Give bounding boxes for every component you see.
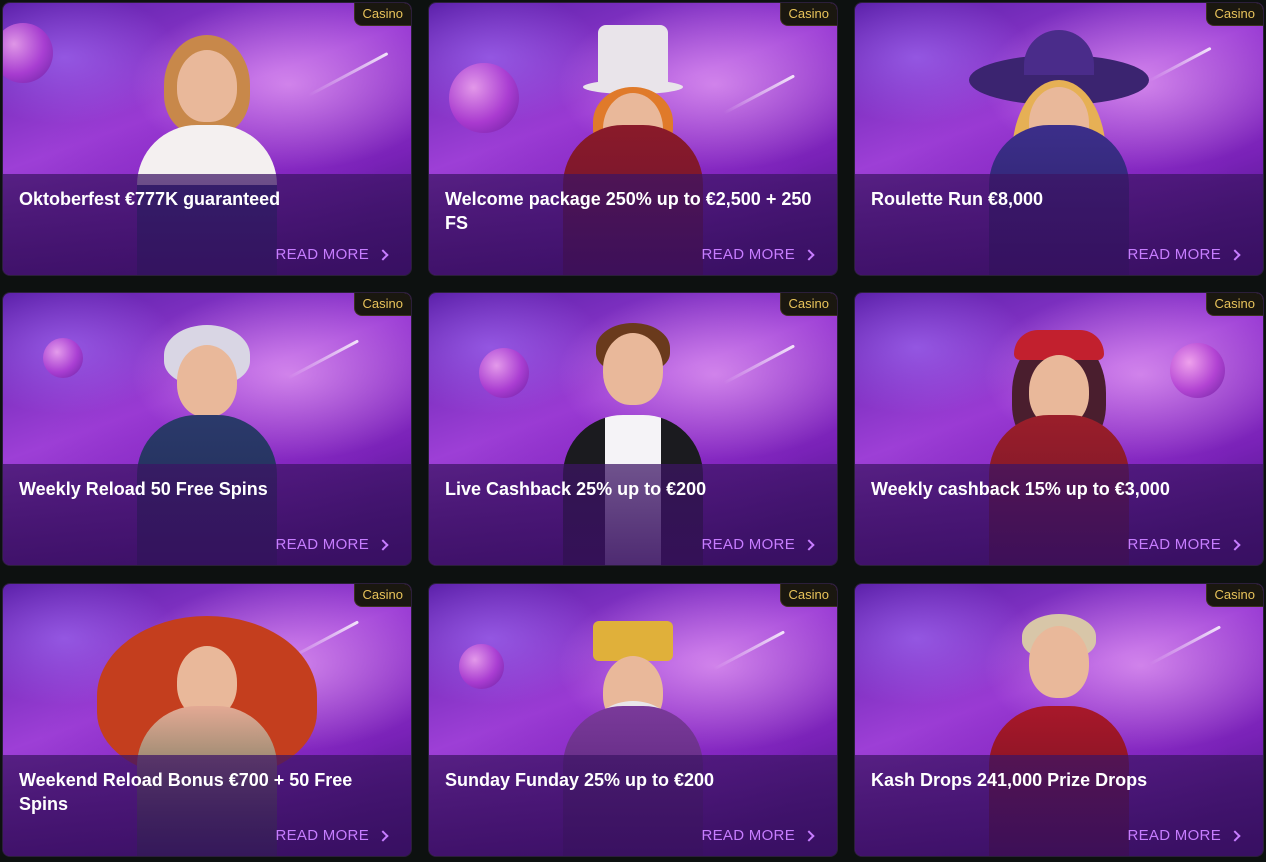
category-badge: Casino bbox=[779, 584, 837, 607]
read-more-link[interactable]: READ MORE bbox=[275, 536, 389, 553]
category-badge: Casino bbox=[1205, 584, 1263, 607]
chevron-right-icon bbox=[803, 829, 815, 842]
chevron-right-icon bbox=[803, 248, 815, 261]
promo-card[interactable]: Casino Sunday Funday 25% up to €200 READ… bbox=[428, 583, 838, 857]
chevron-right-icon bbox=[1229, 248, 1241, 261]
read-more-label: READ MORE bbox=[275, 246, 369, 263]
promo-card[interactable]: Casino Weekly Reload 50 Free Spins READ … bbox=[2, 292, 412, 566]
promo-card[interactable]: Casino Live Cashback 25% up to €200 READ… bbox=[428, 292, 838, 566]
read-more-link[interactable]: READ MORE bbox=[275, 246, 389, 263]
promo-title: Weekly Reload 50 Free Spins bbox=[19, 479, 268, 499]
read-more-link[interactable]: READ MORE bbox=[701, 536, 815, 553]
read-more-label: READ MORE bbox=[275, 827, 369, 844]
category-badge: Casino bbox=[1205, 3, 1263, 26]
promo-info-panel: Weekly Reload 50 Free Spins READ MORE bbox=[3, 464, 411, 565]
promo-info-panel: Welcome package 250% up to €2,500 + 250 … bbox=[429, 174, 837, 275]
promo-info-panel: Live Cashback 25% up to €200 READ MORE bbox=[429, 464, 837, 565]
promo-info-panel: Sunday Funday 25% up to €200 READ MORE bbox=[429, 755, 837, 856]
read-more-label: READ MORE bbox=[1127, 536, 1221, 553]
promo-card[interactable]: Casino Roulette Run €8,000 READ MORE bbox=[854, 2, 1264, 276]
category-badge: Casino bbox=[779, 3, 837, 26]
chevron-right-icon bbox=[1229, 829, 1241, 842]
promo-info-panel: Weekly cashback 15% up to €3,000 READ MO… bbox=[855, 464, 1263, 565]
read-more-link[interactable]: READ MORE bbox=[1127, 827, 1241, 844]
promo-title: Weekly cashback 15% up to €3,000 bbox=[871, 479, 1170, 499]
promo-title: Sunday Funday 25% up to €200 bbox=[445, 770, 715, 790]
promo-card[interactable]: Casino Kash Drops 241,000 Prize Drops RE… bbox=[854, 583, 1264, 857]
chevron-right-icon bbox=[1229, 538, 1241, 551]
read-more-label: READ MORE bbox=[1127, 827, 1221, 844]
promo-title: Kash Drops 241,000 Prize Drops bbox=[871, 770, 1148, 790]
promo-card[interactable]: Casino Welcome package 250% up to €2,500… bbox=[428, 2, 838, 276]
category-badge: Casino bbox=[353, 3, 411, 26]
promo-info-panel: Oktoberfest €777K guaranteed READ MORE bbox=[3, 174, 411, 275]
promo-info-panel: Kash Drops 241,000 Prize Drops READ MORE bbox=[855, 755, 1263, 856]
read-more-label: READ MORE bbox=[701, 246, 795, 263]
chevron-right-icon bbox=[803, 538, 815, 551]
promo-card[interactable]: Casino Weekend Reload Bonus €700 + 50 Fr… bbox=[2, 583, 412, 857]
promo-info-panel: Weekend Reload Bonus €700 + 50 Free Spin… bbox=[3, 755, 411, 856]
read-more-label: READ MORE bbox=[701, 827, 795, 844]
chevron-right-icon bbox=[377, 538, 389, 551]
read-more-label: READ MORE bbox=[1127, 246, 1221, 263]
promotions-grid: Casino Oktoberfest €777K guaranteed READ… bbox=[0, 0, 1266, 862]
read-more-label: READ MORE bbox=[701, 536, 795, 553]
promo-info-panel: Roulette Run €8,000 READ MORE bbox=[855, 174, 1263, 275]
promo-card[interactable]: Casino Weekly cashback 15% up to €3,000 … bbox=[854, 292, 1264, 566]
promo-title: Roulette Run €8,000 bbox=[871, 189, 1044, 209]
promo-title: Welcome package 250% up to €2,500 + 250 … bbox=[445, 189, 812, 233]
read-more-link[interactable]: READ MORE bbox=[701, 827, 815, 844]
promo-title: Oktoberfest €777K guaranteed bbox=[19, 189, 281, 209]
category-badge: Casino bbox=[1205, 293, 1263, 316]
promo-title: Weekend Reload Bonus €700 + 50 Free Spin… bbox=[19, 770, 353, 814]
read-more-link[interactable]: READ MORE bbox=[275, 827, 389, 844]
read-more-label: READ MORE bbox=[275, 536, 369, 553]
category-badge: Casino bbox=[353, 293, 411, 316]
read-more-link[interactable]: READ MORE bbox=[701, 246, 815, 263]
read-more-link[interactable]: READ MORE bbox=[1127, 246, 1241, 263]
chevron-right-icon bbox=[377, 248, 389, 261]
promo-title: Live Cashback 25% up to €200 bbox=[445, 479, 707, 499]
category-badge: Casino bbox=[779, 293, 837, 316]
read-more-link[interactable]: READ MORE bbox=[1127, 536, 1241, 553]
promo-card[interactable]: Casino Oktoberfest €777K guaranteed READ… bbox=[2, 2, 412, 276]
category-badge: Casino bbox=[353, 584, 411, 607]
chevron-right-icon bbox=[377, 829, 389, 842]
